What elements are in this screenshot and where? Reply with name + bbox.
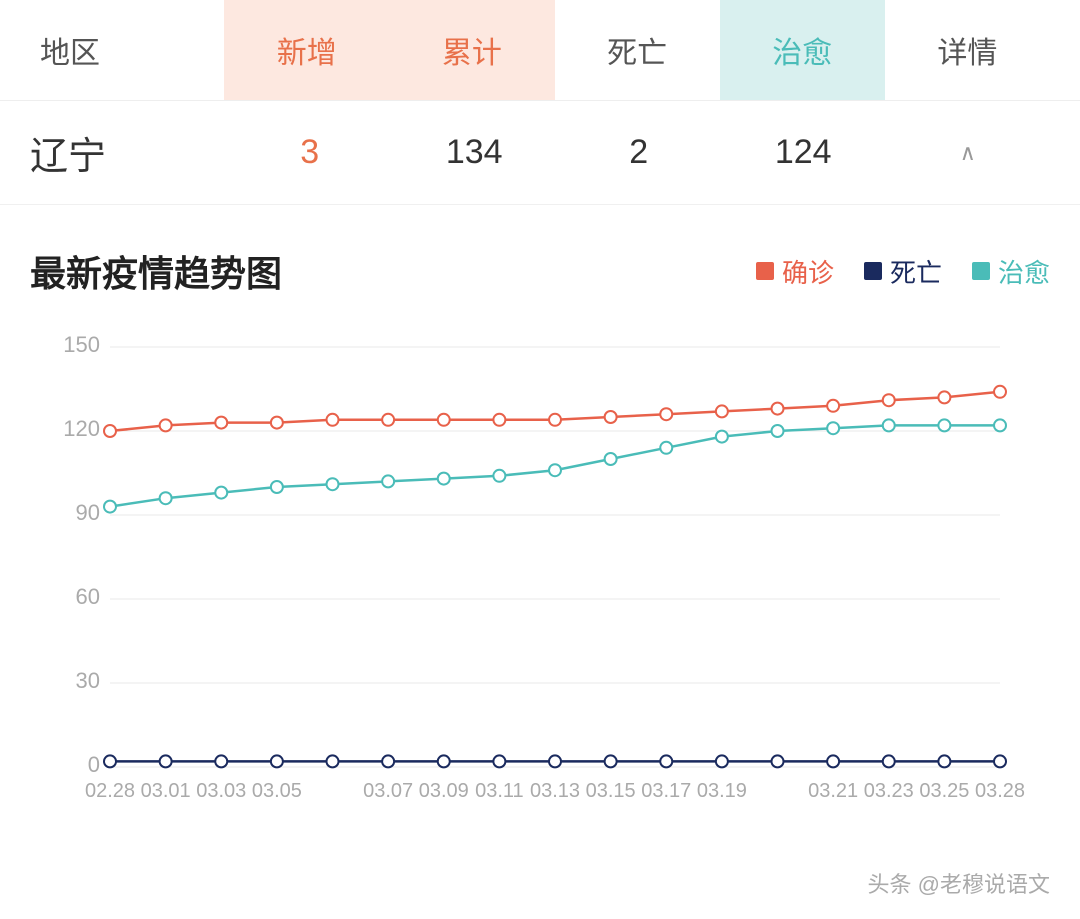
svg-text:0: 0 <box>88 752 100 777</box>
col-region: 地区 <box>30 0 224 100</box>
col-xinzeng: 新增 <box>224 0 389 100</box>
svg-text:02.28: 02.28 <box>85 780 135 802</box>
svg-text:03.09: 03.09 <box>419 780 469 802</box>
cured-dot <box>972 262 990 280</box>
svg-text:90: 90 <box>76 500 100 525</box>
zhiyu-value: 124 <box>721 133 886 172</box>
svg-text:03.11: 03.11 <box>475 780 524 802</box>
svg-text:60: 60 <box>76 584 100 609</box>
svg-text:150: 150 <box>63 332 100 357</box>
svg-text:03.15: 03.15 <box>586 780 636 802</box>
siwang-value: 2 <box>556 133 721 172</box>
col-zhiyu: 治愈 <box>720 0 885 100</box>
svg-text:03.19: 03.19 <box>697 780 747 802</box>
chart-legend: 确诊 死亡 治愈 <box>756 253 1050 290</box>
cured-label: 治愈 <box>998 253 1050 290</box>
col-siwang: 死亡 <box>555 0 720 100</box>
svg-text:30: 30 <box>76 668 100 693</box>
legend-death: 死亡 <box>864 253 942 290</box>
chart-area: 0 30 60 90 120 150 02.28 03.0103.03 03.05 03.07 03… <box>30 327 1050 827</box>
legend-confirmed: 确诊 <box>756 253 834 290</box>
xinzeng-value: 3 <box>227 133 392 172</box>
svg-text:03.01: 03.01 <box>141 780 191 802</box>
col-xiangqing: 详情 <box>885 0 1050 100</box>
chart-title: 最新疫情趋势图 <box>30 245 756 297</box>
expand-icon[interactable]: ∧ <box>885 140 1050 166</box>
death-dot <box>864 262 882 280</box>
liaoning-row[interactable]: 辽宁 3 134 2 124 ∧ <box>0 101 1080 205</box>
svg-text:03.07: 03.07 <box>363 780 413 802</box>
svg-text:03.23: 03.23 <box>864 780 914 802</box>
col-leiji: 累计 <box>389 0 554 100</box>
svg-text:03.13: 03.13 <box>530 780 580 802</box>
table-header: 地区 新增 累计 死亡 治愈 详情 <box>0 0 1080 101</box>
chart-header: 最新疫情趋势图 确诊 死亡 治愈 <box>30 245 1050 297</box>
leiji-value: 134 <box>392 133 557 172</box>
chart-svg: 0 30 60 90 120 150 02.28 03.0103.03 03.05 03.07 03… <box>30 327 1050 827</box>
svg-text:03.17: 03.17 <box>641 780 691 802</box>
chart-section: 最新疫情趋势图 确诊 死亡 治愈 0 30 60 90 120 150 02.28 03.01… <box>0 205 1080 857</box>
confirmed-label: 确诊 <box>782 253 834 290</box>
region-name: 辽宁 <box>30 125 227 180</box>
svg-text:03.21: 03.21 <box>808 780 858 802</box>
watermark: 头条 @老穆说语文 <box>0 857 1080 919</box>
svg-text:03.03: 03.03 <box>196 780 246 802</box>
svg-text:03.25: 03.25 <box>919 780 969 802</box>
legend-cured: 治愈 <box>972 253 1050 290</box>
death-label: 死亡 <box>890 253 942 290</box>
svg-text:03.05: 03.05 <box>252 780 302 802</box>
svg-text:120: 120 <box>63 416 100 441</box>
confirmed-dot <box>756 262 774 280</box>
svg-text:03.28: 03.28 <box>975 780 1025 802</box>
